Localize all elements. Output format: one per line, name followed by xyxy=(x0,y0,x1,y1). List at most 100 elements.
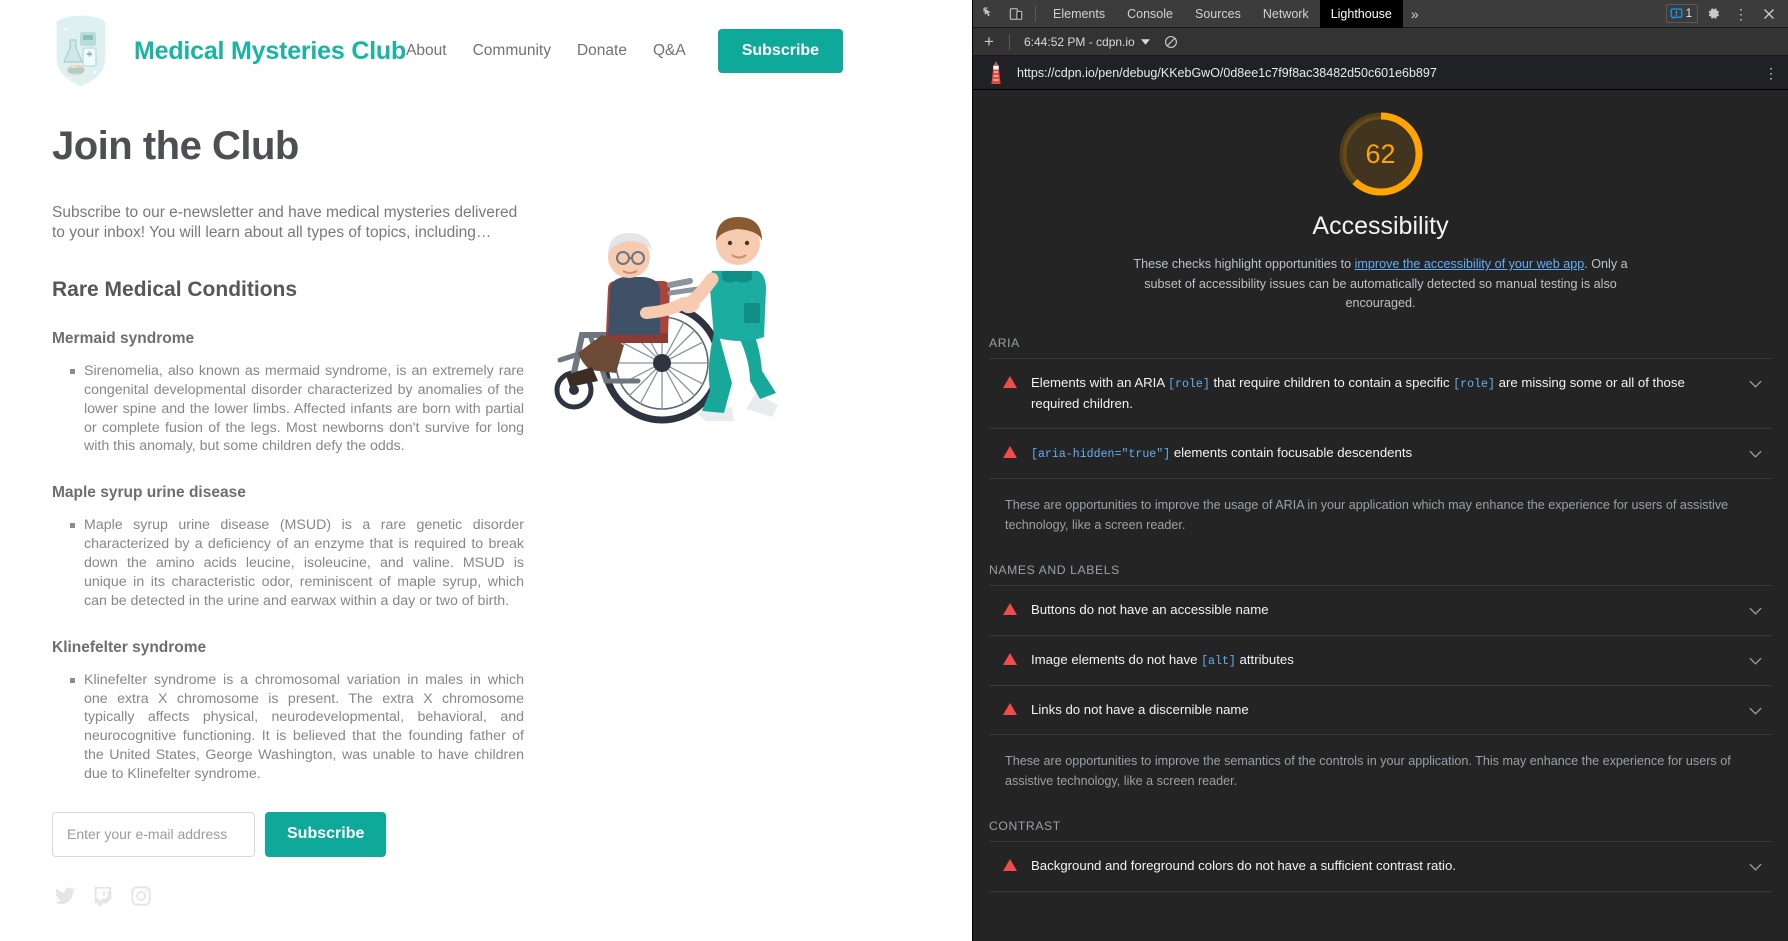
devtools-tabs: Elements Console Sources Network Lightho… xyxy=(1042,0,1427,28)
tab-sources[interactable]: Sources xyxy=(1184,0,1252,28)
page-content: Join the Club Subscribe to our e-newslet… xyxy=(0,96,972,907)
site-brand-title[interactable]: Medical Mysteries Club xyxy=(134,37,406,66)
subbar-divider xyxy=(1009,33,1010,50)
issues-icon xyxy=(1670,8,1682,20)
audit-title: Links do not have a discernible name xyxy=(1031,701,1249,717)
lighthouse-runs-bar: + 6:44:52 PM - cdpn.io xyxy=(973,28,1788,56)
instagram-icon[interactable] xyxy=(130,885,152,907)
chevron-down-icon[interactable] xyxy=(1743,652,1768,670)
device-toolbar-icon[interactable] xyxy=(1003,2,1029,26)
email-input[interactable] xyxy=(52,811,255,857)
intro-paragraph: Subscribe to our e-newsletter and have m… xyxy=(52,204,518,242)
clear-no-entry-icon[interactable] xyxy=(1158,35,1184,49)
audit-list: Buttons do not have an accessible name Im… xyxy=(989,585,1772,736)
audit-row[interactable]: Buttons do not have an accessible name xyxy=(989,585,1772,634)
audit-section-note: These are opportunities to improve the u… xyxy=(1005,497,1729,533)
issues-badge[interactable]: 1 xyxy=(1665,4,1698,23)
audit-section-heading: CONTRAST xyxy=(989,819,1061,834)
audit-title: Buttons do not have an accessible name xyxy=(1031,602,1269,618)
chevron-down-icon[interactable] xyxy=(1743,602,1768,620)
condition-list-mermaid: Sirenomelia, also known as mermaid syndr… xyxy=(52,362,524,456)
audit-row[interactable]: Links do not have a discernible name xyxy=(989,684,1772,736)
page-title: Join the Club xyxy=(52,124,299,168)
list-item: Maple syrup urine disease (MSUD) is a ra… xyxy=(70,516,524,610)
fail-triangle-icon xyxy=(1003,603,1017,616)
audit-section-heading: ARIA xyxy=(989,335,1020,350)
form-subscribe-button[interactable]: Subscribe xyxy=(265,811,387,857)
audit-row[interactable]: Background and foreground colors do not … xyxy=(989,841,1772,892)
audit-row[interactable]: Elements with an ARIA [role] that requir… xyxy=(989,357,1772,428)
close-icon[interactable] xyxy=(1756,2,1782,26)
nav-link-community[interactable]: Community xyxy=(473,42,551,60)
devtools-panel: Elements Console Sources Network Lightho… xyxy=(972,0,1788,941)
audit-sections: ARIA Elements with an ARIA [role] that re… xyxy=(973,314,1788,892)
run-label: 6:44:52 PM - cdpn.io xyxy=(1024,34,1135,49)
newsletter-form: Subscribe xyxy=(52,811,934,857)
lighthouse-logo-icon xyxy=(991,60,1001,84)
plus-icon[interactable]: + xyxy=(975,29,1003,55)
nav-link-qa[interactable]: Q&A xyxy=(653,42,686,60)
chevron-down-icon[interactable] xyxy=(1743,702,1768,720)
list-item: Klinefelter syndrome is a chromosomal va… xyxy=(70,671,524,784)
report-url: https://cdpn.io/pen/debug/KKebGwO/0d8ee1… xyxy=(1017,65,1437,80)
accessibility-score-gauge: 62 xyxy=(1335,108,1427,200)
twitter-icon[interactable] xyxy=(54,885,76,907)
audit-row[interactable]: Image elements do not have [alt] attribu… xyxy=(989,634,1772,685)
inspect-element-icon[interactable] xyxy=(977,2,1003,26)
audit-list: Elements with an ARIA [role] that requir… xyxy=(989,357,1772,479)
toolbar-divider xyxy=(1035,5,1036,22)
lighthouse-report: 62 Accessibility These checks highlight … xyxy=(973,90,1788,941)
more-tabs-icon[interactable]: » xyxy=(1403,6,1427,22)
tab-console[interactable]: Console xyxy=(1116,0,1184,28)
web-page-viewport: Medical Mysteries Club About Community D… xyxy=(0,0,972,941)
condition-list-msud: Maple syrup urine disease (MSUD) is a ra… xyxy=(52,516,524,610)
condition-title-klinefelter: Klinefelter syndrome xyxy=(52,638,207,656)
toolbar-right-actions: 1 ⋮ xyxy=(1665,2,1784,26)
header-subscribe-button[interactable]: Subscribe xyxy=(717,29,844,73)
nav-link-donate[interactable]: Donate xyxy=(577,42,627,60)
audit-title: Elements with an ARIA [role] that requir… xyxy=(1031,374,1685,411)
nav-link-about[interactable]: About xyxy=(406,42,447,60)
main-nav: About Community Donate Q&A Subscribe xyxy=(406,29,951,73)
fail-triangle-icon xyxy=(1003,652,1017,665)
fail-triangle-icon xyxy=(1003,859,1017,872)
audit-section-heading: NAMES AND LABELS xyxy=(989,563,1120,578)
audit-title: Background and foreground colors do not … xyxy=(1031,858,1456,874)
run-selector[interactable]: 6:44:52 PM - cdpn.io xyxy=(1016,35,1158,49)
medical-shield-logo-icon[interactable] xyxy=(50,12,112,90)
issues-count: 1 xyxy=(1685,7,1692,20)
twitch-icon[interactable] xyxy=(92,885,114,907)
audit-title: Image elements do not have [alt] attribu… xyxy=(1031,651,1294,668)
social-links xyxy=(52,885,934,907)
nurse-wheelchair-illustration xyxy=(520,185,820,445)
condition-title-msud: Maple syrup urine disease xyxy=(52,484,246,502)
audit-row[interactable]: [aria-hidden="true"] elements contain fo… xyxy=(989,427,1772,479)
list-item: Sirenomelia, also known as mermaid syndr… xyxy=(70,362,524,456)
category-description: These checks highlight opportunities to … xyxy=(1131,255,1631,314)
condition-list-klinefelter: Klinefelter syndrome is a chromosomal va… xyxy=(52,671,524,784)
tab-network[interactable]: Network xyxy=(1252,0,1320,28)
score-gauge-wrapper: 62 Accessibility These checks highlight … xyxy=(973,90,1788,314)
chevron-down-icon xyxy=(1140,38,1150,45)
report-url-bar: https://cdpn.io/pen/debug/KKebGwO/0d8ee1… xyxy=(973,56,1788,90)
audit-section-note: These are opportunities to improve the s… xyxy=(1005,754,1731,789)
devtools-toolbar: Elements Console Sources Network Lightho… xyxy=(973,0,1788,28)
category-title: Accessibility xyxy=(1312,212,1449,240)
accessibility-docs-link[interactable]: improve the accessibility of your web ap… xyxy=(1355,257,1585,271)
fail-triangle-icon xyxy=(1003,375,1017,388)
chevron-down-icon[interactable] xyxy=(1743,858,1768,876)
fail-triangle-icon xyxy=(1003,445,1017,458)
audit-list: Background and foreground colors do not … xyxy=(989,841,1772,892)
fail-triangle-icon xyxy=(1003,702,1017,715)
gear-icon[interactable] xyxy=(1700,2,1726,26)
tab-lighthouse[interactable]: Lighthouse xyxy=(1319,0,1403,28)
score-value: 62 xyxy=(1365,138,1396,169)
toolbar-kebab-menu-icon[interactable]: ⋮ xyxy=(1728,2,1754,26)
chevron-down-icon[interactable] xyxy=(1743,445,1768,463)
report-kebab-menu-icon[interactable]: ⋮ xyxy=(1764,66,1778,80)
screen-root: Medical Mysteries Club About Community D… xyxy=(0,0,1788,941)
chevron-down-icon[interactable] xyxy=(1743,375,1768,393)
category-description-pre: These checks highlight opportunities to xyxy=(1133,257,1355,271)
site-header: Medical Mysteries Club About Community D… xyxy=(0,0,972,96)
tab-elements[interactable]: Elements xyxy=(1042,0,1116,28)
